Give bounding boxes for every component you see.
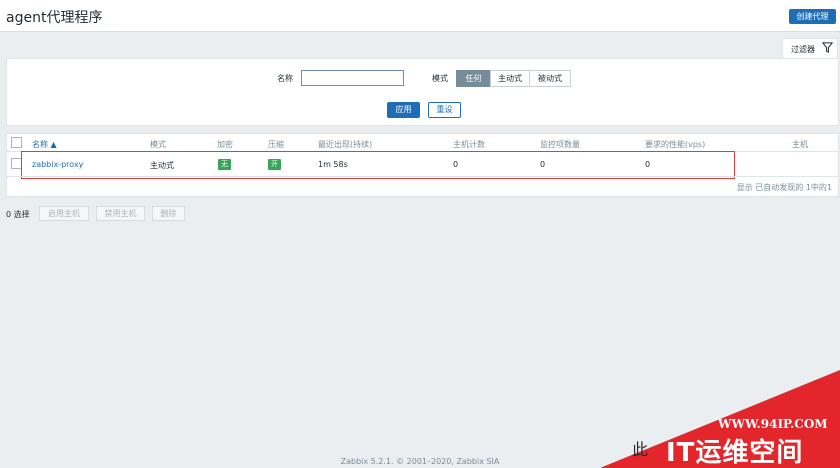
name-filter-input[interactable]	[301, 70, 404, 86]
mode-option-any[interactable]: 任何	[456, 70, 491, 87]
column-header-hosts: 主机	[792, 140, 808, 149]
create-proxy-button[interactable]: 创建代理	[789, 9, 836, 24]
filter-tab-label: 过滤器	[791, 45, 815, 54]
column-header-required-performance: 要求的性能(vps)	[645, 140, 706, 149]
mode-option-passive[interactable]: 被动式	[529, 70, 571, 87]
filter-panel: 名称 模式 任何 主动式 被动式 应用 重设	[6, 58, 839, 126]
watermark-url: WWW.94IP.COM	[718, 417, 828, 431]
column-header-name[interactable]: 名称 ▲	[32, 139, 57, 150]
reset-button[interactable]: 重设	[428, 102, 461, 118]
row-divider	[7, 176, 838, 177]
page-title: agent代理程序	[6, 10, 103, 26]
mode-option-active[interactable]: 主动式	[490, 70, 530, 87]
column-header-host-count: 主机计数	[453, 140, 485, 149]
mode-filter-label: 模式	[432, 74, 448, 83]
column-header-last-seen: 最近出现(持续)	[318, 140, 373, 149]
page-header: agent代理程序 创建代理	[0, 0, 840, 32]
apply-button[interactable]: 应用	[387, 102, 420, 118]
row-highlight-box	[21, 151, 735, 179]
column-header-mode: 模式	[150, 140, 166, 149]
proxy-table: 名称 ▲ 模式 加密 压缩 最近出现(持续) 主机计数 监控项数量 要求的性能(…	[6, 133, 839, 197]
name-filter-label: 名称	[277, 74, 293, 83]
column-header-encryption: 加密	[217, 140, 233, 149]
filter-tab[interactable]: 过滤器	[782, 38, 838, 59]
watermark-brand: IT运维空间	[666, 438, 804, 468]
filter-icon	[822, 42, 833, 53]
enable-hosts-button[interactable]: 启用主机	[39, 206, 89, 221]
watermark-faint-text: 此	[632, 440, 649, 459]
table-footer-count: 显示 已自动发现的 1中的1	[736, 183, 832, 192]
selected-count: 0 选择	[6, 210, 30, 219]
select-all-checkbox[interactable]	[11, 137, 22, 148]
column-header-item-count: 监控项数量	[540, 140, 580, 149]
delete-button[interactable]: 删除	[152, 206, 185, 221]
disable-hosts-button[interactable]: 禁用主机	[96, 206, 145, 221]
column-header-compression: 压缩	[268, 140, 284, 149]
